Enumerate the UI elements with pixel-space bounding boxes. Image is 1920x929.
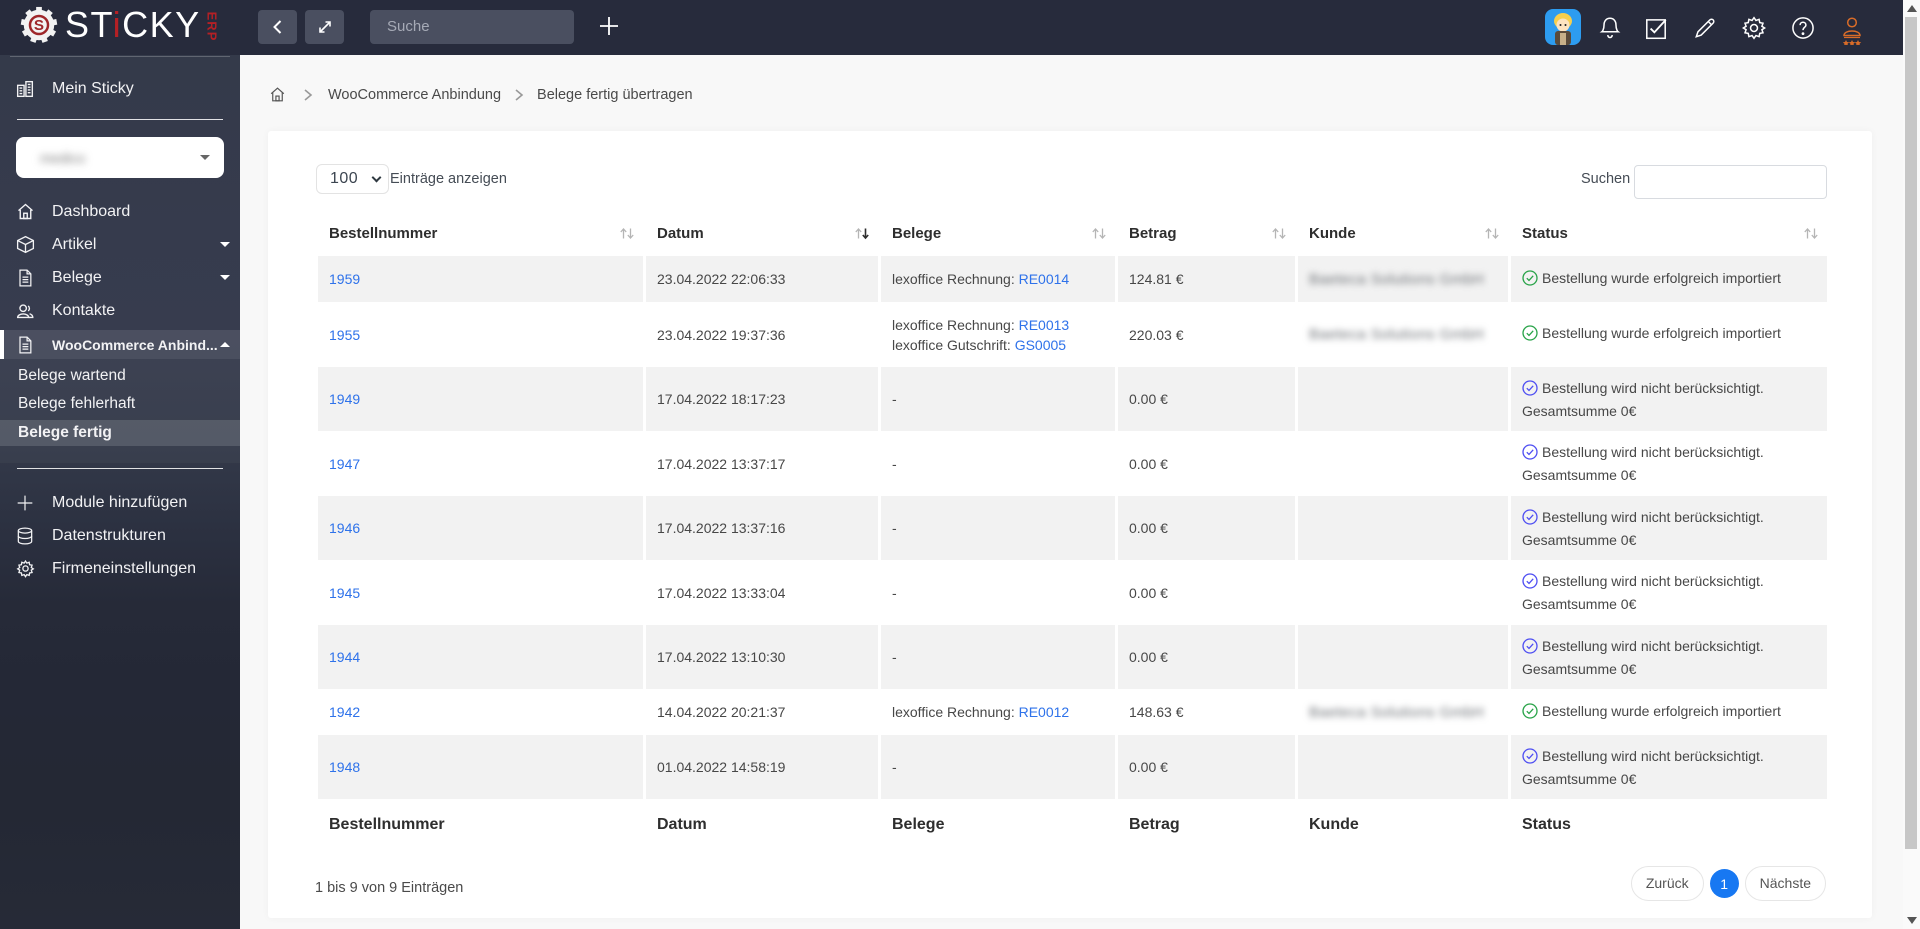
svg-text:S: S <box>34 17 44 34</box>
